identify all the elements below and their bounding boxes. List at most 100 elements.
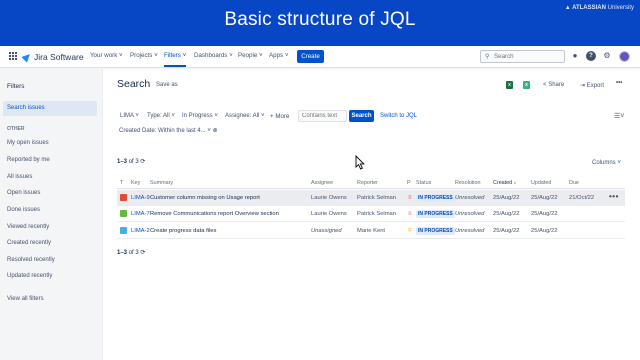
col-due[interactable]: Due xyxy=(569,180,579,186)
issue-reporter: Patrick Selman xyxy=(357,211,396,217)
sidebar-item-viewed-recently[interactable]: Viewed recently xyxy=(7,224,49,230)
jira-logo[interactable]: Jira Software xyxy=(21,51,84,63)
col-key[interactable]: Key xyxy=(131,180,140,186)
created-date-filter[interactable]: Created Date: Within the last 4... ˅ ⊗ xyxy=(119,127,218,134)
sidebar-item-open-issues[interactable]: Open issues xyxy=(7,190,40,196)
nav-your-work[interactable]: Your work ˅ xyxy=(90,52,123,59)
share-icon: < xyxy=(543,82,547,88)
user-avatar[interactable] xyxy=(619,51,630,62)
priority-high-icon: ≡ xyxy=(408,211,412,217)
create-button[interactable]: Create xyxy=(297,50,324,63)
sidebar-item-created-recently[interactable]: Created recently xyxy=(7,240,51,246)
issue-created: 25/Aug/22 xyxy=(493,228,520,234)
table-row[interactable]: LIMA-7 Remove Communications report Over… xyxy=(117,206,625,222)
sidebar-view-all-filters[interactable]: View all filters xyxy=(7,296,44,302)
results-count: 1–3 of 3 ⟳ xyxy=(117,159,146,165)
status-filter[interactable]: In Progress ˅ xyxy=(182,113,218,119)
sidebar-item-my-open-issues[interactable]: My open issues xyxy=(7,140,49,146)
save-as-button[interactable]: Save as xyxy=(156,82,178,88)
notifications-icon[interactable]: ● xyxy=(570,51,580,61)
columns-button[interactable]: Columns ˅ xyxy=(592,160,621,166)
issue-key[interactable]: LIMA-7 xyxy=(131,211,150,217)
col-updated[interactable]: Updated xyxy=(531,180,551,186)
col-assignee[interactable]: Assignee xyxy=(311,180,333,186)
status-badge: IN PROGRESS xyxy=(416,194,455,202)
issue-summary[interactable]: Create progress data files xyxy=(150,228,216,234)
nav-dashboards[interactable]: Dashboards ˅ xyxy=(194,52,233,59)
col-created[interactable]: Created ↓ xyxy=(493,180,516,186)
sidebar-item-done-issues[interactable]: Done issues xyxy=(7,207,40,213)
more-actions-icon[interactable]: ••• xyxy=(616,80,622,86)
filters-sidebar: Filters Search issues OTHER My open issu… xyxy=(0,68,103,360)
list-view-toggle-icon[interactable]: ☰˅ xyxy=(614,112,624,120)
nav-apps[interactable]: Apps ˅ xyxy=(269,52,288,59)
issue-assignee: Laurie Owens xyxy=(311,195,347,201)
sidebar-item-updated-recently[interactable]: Updated recently xyxy=(7,273,52,279)
issue-assignee: Laurie Owens xyxy=(311,211,347,217)
col-reporter[interactable]: Reporter xyxy=(357,180,378,186)
issue-summary[interactable]: Remove Communications report Overview se… xyxy=(150,211,279,217)
csv-export-icon[interactable]: x xyxy=(523,81,530,89)
nav-projects[interactable]: Projects ˅ xyxy=(130,52,158,59)
global-search-input[interactable] xyxy=(494,52,560,61)
issue-updated: 25/Aug/22 xyxy=(531,195,558,201)
status-badge: IN PROGRESS xyxy=(416,227,455,235)
assignee-filter[interactable]: Assignee: All ˅ xyxy=(225,113,265,119)
issue-reporter: Patrick Selman xyxy=(357,195,396,201)
video-banner: Basic structure of JQL ▲ ATLASSIAN Unive… xyxy=(0,0,640,46)
sidebar-item-all-issues[interactable]: All issues xyxy=(7,174,32,180)
sidebar-item-search-issues-label[interactable]: Search issues xyxy=(7,105,45,111)
top-navigation: Jira Software Your work ˅ Projects ˅ Fil… xyxy=(0,46,640,68)
sidebar-heading: Filters xyxy=(7,83,25,90)
excel-export-icon[interactable]: x xyxy=(506,81,513,89)
help-icon[interactable]: ? xyxy=(586,51,596,61)
col-summary[interactable]: Summary xyxy=(150,180,173,186)
more-filters-button[interactable]: + More xyxy=(270,113,289,120)
global-search[interactable]: ⚲ xyxy=(480,50,565,63)
clear-filter-icon[interactable]: ⊗ xyxy=(213,128,218,134)
type-filter[interactable]: Type: All ˅ xyxy=(147,113,175,119)
col-priority[interactable]: P xyxy=(407,180,411,186)
refresh-icon[interactable]: ⟳ xyxy=(140,159,145,165)
search-button[interactable]: Search xyxy=(349,110,374,122)
story-icon xyxy=(120,210,127,217)
search-icon: ⚲ xyxy=(485,54,490,60)
refresh-icon[interactable]: ⟳ xyxy=(140,250,145,256)
issue-key[interactable]: LIMA-9 xyxy=(131,195,150,201)
priority-medium-icon: = xyxy=(408,228,412,234)
contains-text-input[interactable] xyxy=(298,110,347,122)
export-button[interactable]: ⇥ Export xyxy=(580,82,604,89)
issue-reporter: Marie Kent xyxy=(357,228,386,234)
table-row[interactable]: LIMA-9 Customer column missing on Usage … xyxy=(117,190,625,206)
status-badge: IN PROGRESS xyxy=(416,210,455,218)
issue-updated: 25/Aug/22 xyxy=(531,228,558,234)
sidebar-item-reported-by-me[interactable]: Reported by me xyxy=(7,157,50,163)
sidebar-item-resolved-recently[interactable]: Resolved recently xyxy=(7,257,55,263)
bug-icon xyxy=(120,194,127,201)
issue-key[interactable]: LIMA-2 xyxy=(131,228,150,234)
table-row[interactable]: LIMA-2 Create progress data files Unassi… xyxy=(117,223,625,239)
issue-resolution: Unresolved xyxy=(455,195,485,201)
issue-created: 25/Aug/22 xyxy=(493,195,520,201)
nav-filters[interactable]: Filters ˅ xyxy=(164,52,187,67)
nav-people[interactable]: People ˅ xyxy=(238,52,263,59)
row-actions-icon[interactable]: ••• xyxy=(609,192,619,201)
page-title: Search xyxy=(117,78,151,90)
switch-to-jql-link[interactable]: Switch to JQL xyxy=(380,113,417,119)
issues-table-header: T Key Summary Assignee Reporter P Status… xyxy=(117,177,625,189)
banner-title: Basic structure of JQL xyxy=(224,9,416,30)
col-resolution[interactable]: Resolution xyxy=(455,180,480,186)
jira-diamond-icon xyxy=(21,51,33,63)
mouse-cursor-icon xyxy=(355,155,365,170)
issue-resolution: Unresolved xyxy=(455,211,485,217)
atlassian-university-logo: ▲ ATLASSIAN University xyxy=(564,5,634,11)
issue-summary[interactable]: Customer column missing on Usage report xyxy=(150,195,260,201)
app-switcher-icon[interactable] xyxy=(9,52,17,60)
issue-due: 21/Oct/22 xyxy=(569,195,595,201)
col-status[interactable]: Status xyxy=(416,180,431,186)
project-filter[interactable]: LIMA ˅ xyxy=(120,113,139,119)
sidebar-section-other: OTHER xyxy=(7,126,25,132)
col-type[interactable]: T xyxy=(120,180,123,186)
settings-icon[interactable]: ⚙ xyxy=(602,51,612,61)
share-button[interactable]: < Share xyxy=(543,82,564,88)
